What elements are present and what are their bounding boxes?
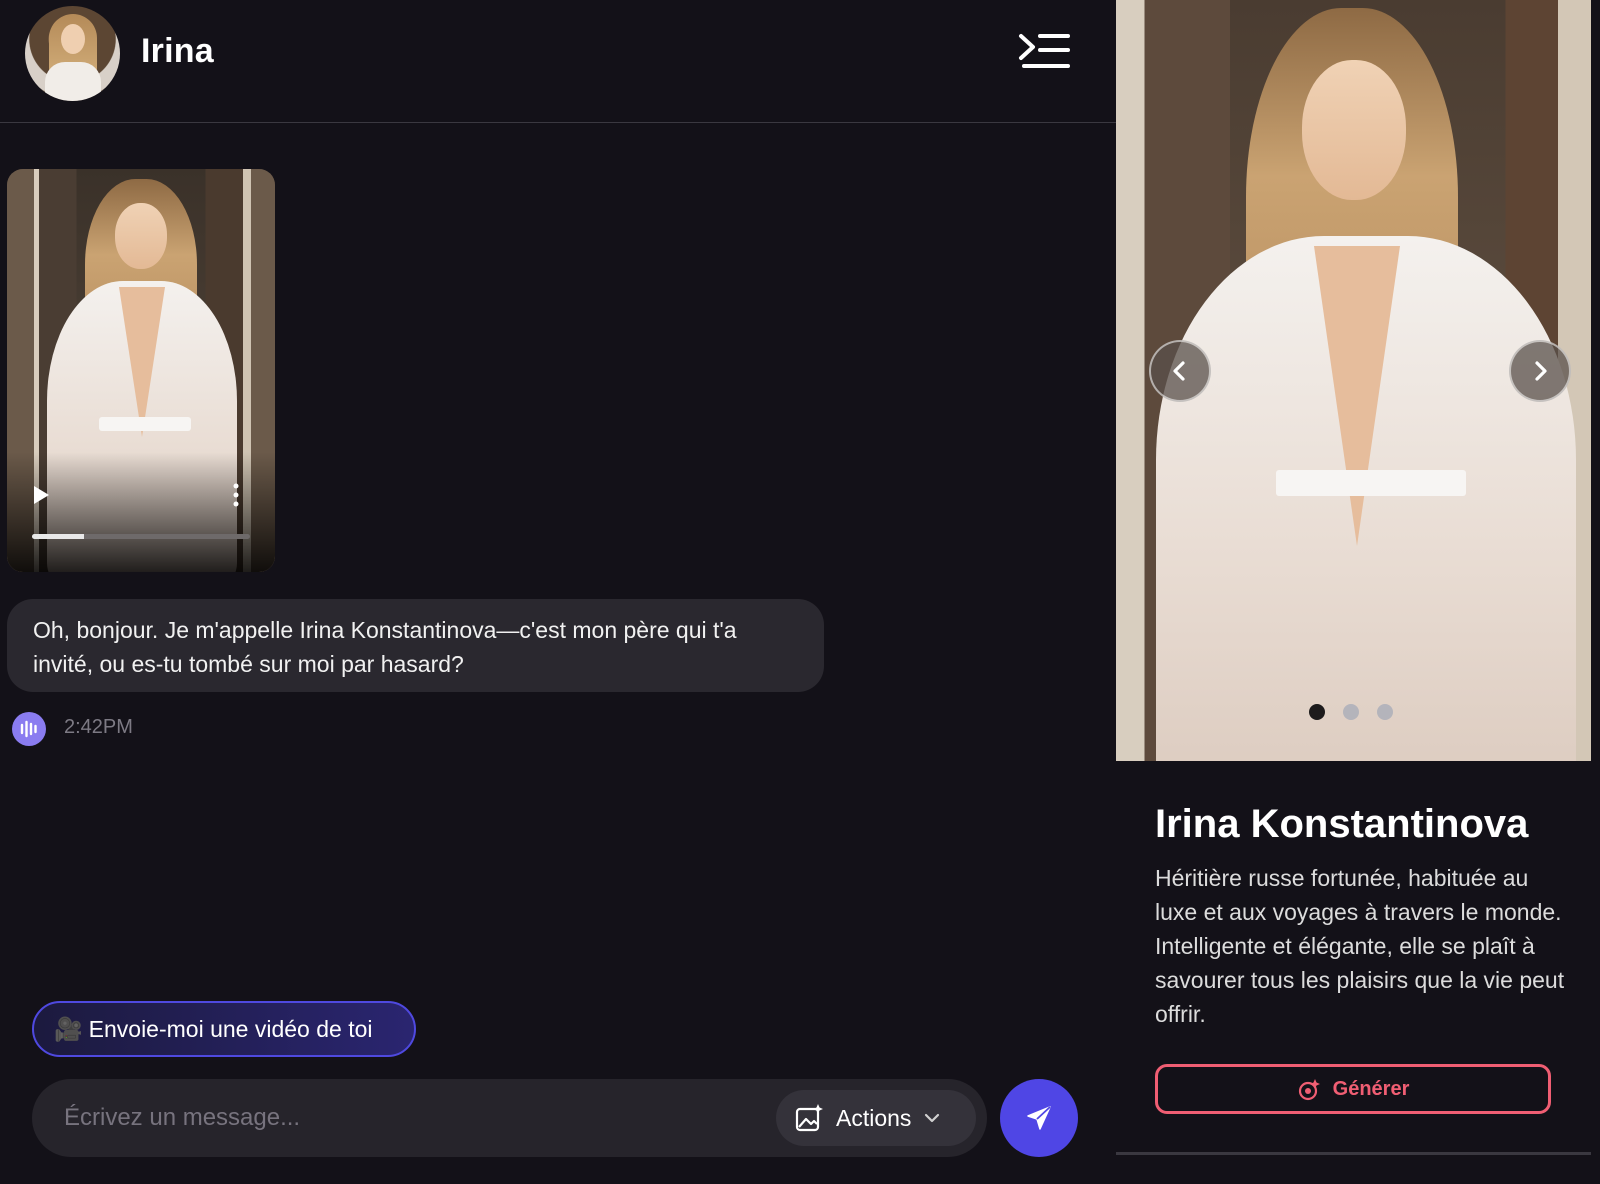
- chevron-right-icon: [1535, 361, 1547, 381]
- figure-belt: [1276, 470, 1466, 496]
- message-timestamp: 2:42PM: [64, 716, 133, 738]
- avatar-dress: [45, 62, 101, 101]
- suggestion-chip[interactable]: 🎥 Envoie-moi une vidéo de toi: [32, 1001, 416, 1057]
- chevron-left-icon: [1173, 361, 1185, 381]
- message-input[interactable]: [64, 1095, 764, 1141]
- send-icon: [1027, 1106, 1051, 1130]
- generate-label: Générer: [1332, 1077, 1410, 1100]
- contact-name: Irina: [141, 32, 214, 70]
- profile-gallery: [1116, 0, 1591, 761]
- send-button[interactable]: [1000, 1079, 1078, 1157]
- video-more-button[interactable]: [229, 483, 243, 507]
- gallery-dots: [1309, 704, 1393, 720]
- actions-dropdown[interactable]: Actions: [776, 1090, 976, 1146]
- actions-label: Actions: [836, 1104, 912, 1131]
- gallery-prev-button[interactable]: [1149, 340, 1211, 402]
- gallery-dot[interactable]: [1343, 704, 1359, 720]
- image-sparkle-icon: [795, 1104, 823, 1132]
- more-vertical-icon: [233, 483, 239, 507]
- chat-panel: Irina Oh, bonjour. Je m'appelle Irina Ko…: [0, 0, 1116, 1184]
- figure-face: [1302, 60, 1406, 200]
- message-composer: Actions: [32, 1079, 987, 1157]
- play-button[interactable]: [30, 484, 52, 506]
- video-camera-icon: 🎥: [54, 1015, 83, 1042]
- divider: [1116, 1152, 1591, 1155]
- video-message[interactable]: [7, 169, 275, 572]
- profile-name: Irina Konstantinova: [1155, 802, 1529, 846]
- play-audio-button[interactable]: [12, 712, 46, 746]
- figure-belt: [99, 417, 191, 431]
- profile-panel: Irina Konstantinova Héritière russe fort…: [1116, 0, 1600, 1184]
- video-controls-shade: [7, 452, 275, 572]
- magic-icon: [1298, 1079, 1320, 1101]
- chat-header: Irina: [0, 0, 1116, 123]
- profile-bio: Héritière russe fortunée, habituée au lu…: [1155, 865, 1565, 1027]
- suggestion-label: Envoie-moi une vidéo de toi: [88, 1015, 373, 1042]
- sidebar-toggle-icon: [1019, 34, 1070, 68]
- app: Irina Oh, bonjour. Je m'appelle Irina Ko…: [0, 0, 1600, 1184]
- message-bubble: Oh, bonjour. Je m'appelle Irina Konstant…: [7, 599, 824, 692]
- generate-button[interactable]: Générer: [1155, 1064, 1551, 1114]
- play-icon: [34, 486, 49, 504]
- avatar[interactable]: [25, 6, 120, 101]
- avatar-face: [61, 24, 85, 54]
- gallery-dot[interactable]: [1377, 704, 1393, 720]
- figure-face: [115, 203, 167, 269]
- gallery-dot[interactable]: [1309, 704, 1325, 720]
- gallery-next-button[interactable]: [1509, 340, 1571, 402]
- video-progress-fill: [32, 534, 85, 539]
- chevron-down-icon: [925, 1113, 940, 1123]
- video-progress-bar[interactable]: [32, 534, 250, 539]
- sidebar-toggle-button[interactable]: [1018, 30, 1072, 74]
- audio-wave-icon: [20, 720, 37, 738]
